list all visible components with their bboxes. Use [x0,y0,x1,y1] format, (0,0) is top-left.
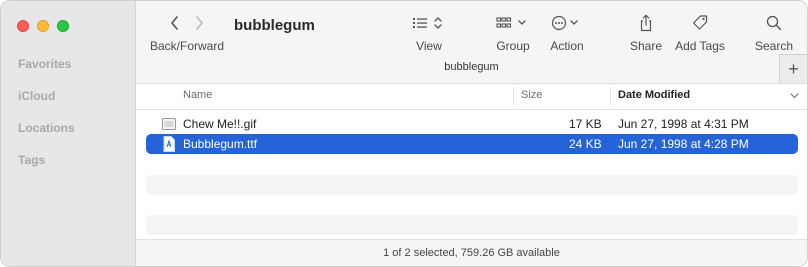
view-label: View [416,39,442,53]
group-label: Group [496,39,530,53]
sidebar-section-icloud[interactable]: iCloud [18,89,55,103]
empty-row-stripe [146,215,798,235]
file-row-selected[interactable]: Bubblegum.ttf 24 KB Jun 27, 1998 at 4:28… [146,134,798,154]
share-icon [640,14,652,32]
chevron-left-icon [171,16,178,30]
add-tags-button[interactable]: Add Tags [672,12,728,53]
chevron-right-icon [196,16,203,30]
window-controls [17,20,69,32]
minimize-button[interactable] [37,20,49,32]
empty-row-stripe [146,175,798,195]
column-header-date-modified[interactable]: Date Modified [618,89,690,101]
ellipsis-circle-icon [551,15,578,31]
file-name: Chew Me!!.gif [183,117,257,131]
file-date-modified: Jun 27, 1998 at 4:31 PM [618,117,749,131]
sidebar-section-favorites[interactable]: Favorites [18,57,71,71]
share-button[interactable]: Share [624,12,668,53]
back-forward-group: Back/Forward [150,12,224,53]
search-button[interactable]: Search [752,12,796,53]
new-tab-button[interactable]: + [779,54,807,83]
file-date-modified: Jun 27, 1998 at 4:28 PM [618,137,749,151]
status-bar: 1 of 2 selected, 759.26 GB available [136,239,807,266]
list-view-icon [413,17,442,29]
font-file-icon [163,136,175,152]
file-size: 17 KB [569,117,602,131]
group-grid-icon [496,17,526,28]
search-label: Search [754,39,794,53]
column-headers: Name Size Date Modified [136,84,807,110]
file-name: Bubblegum.ttf [183,137,258,151]
toolbar: Back/Forward bubblegum View Group Action… [136,1,807,84]
share-label: Share [629,39,663,53]
sidebar-section-locations[interactable]: Locations [18,121,75,135]
back-button[interactable] [163,16,187,30]
path-bar-title: bubblegum [444,61,499,73]
gif-file-icon [162,118,176,130]
back-forward-label: Back/Forward [150,39,225,53]
tag-icon [692,15,708,30]
column-header-name[interactable]: Name [183,89,212,101]
action-button[interactable]: Action [544,12,590,53]
action-label: Action [550,39,584,53]
sidebar-section-tags[interactable]: Tags [18,153,45,167]
sort-chevron-down-icon[interactable] [790,93,799,99]
file-row[interactable]: Chew Me!!.gif 17 KB Jun 27, 1998 at 4:31… [146,114,798,134]
file-size: 24 KB [569,137,602,151]
file-list: Chew Me!!.gif 17 KB Jun 27, 1998 at 4:31… [136,109,807,239]
column-divider[interactable] [513,87,514,105]
sidebar: Favorites iCloud Locations Tags [1,1,136,266]
add-tags-label: Add Tags [675,39,725,53]
group-button[interactable]: Group [490,12,536,53]
forward-button[interactable] [187,16,211,30]
finder-window: Favorites iCloud Locations Tags Back/For… [0,0,808,267]
close-button[interactable] [17,20,29,32]
view-button[interactable]: View [406,12,452,53]
zoom-button[interactable] [57,20,69,32]
window-title: bubblegum [234,17,315,34]
search-icon [766,15,782,31]
column-header-size[interactable]: Size [521,89,542,101]
column-divider[interactable] [610,87,611,105]
